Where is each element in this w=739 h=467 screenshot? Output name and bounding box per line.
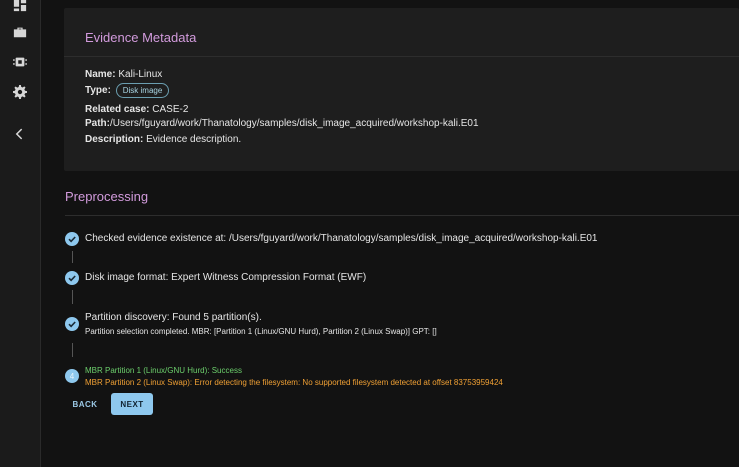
meta-path: Path:/Users/fguyard/work/Thanatology/sam… — [85, 118, 479, 129]
meta-type: Type: Disk image — [85, 83, 170, 98]
step-4-number: 4 — [65, 369, 79, 383]
chip-icon[interactable] — [12, 54, 28, 70]
step-4-error: MBR Partition 2 (Linux Swap): Error dete… — [85, 378, 503, 387]
type-label: Type: — [85, 85, 111, 97]
sidebar — [0, 0, 41, 467]
step-connector — [72, 251, 73, 263]
card-title: Evidence Metadata — [85, 30, 197, 45]
step-4-success: MBR Partition 1 (Linux/GNU Hurd): Succes… — [85, 366, 242, 375]
step-2-text: Disk image format: Expert Witness Compre… — [85, 272, 367, 283]
case-value: CASE-2 — [152, 104, 189, 115]
step-connector — [72, 343, 73, 357]
back-button[interactable]: BACK — [65, 393, 105, 415]
preprocessing-title: Preprocessing — [65, 189, 149, 204]
step-1-text: Checked evidence existence at: /Users/fg… — [85, 233, 598, 244]
path-value: /Users/fguyard/work/Thanatology/samples/… — [110, 118, 479, 129]
meta-name: Name: Kali-Linux — [85, 69, 162, 80]
name-label: Name: — [85, 69, 116, 80]
check-icon — [65, 271, 79, 285]
briefcase-icon[interactable] — [12, 24, 28, 40]
step-3-subtext: Partition selection completed. MBR: [Par… — [85, 327, 437, 336]
divider — [65, 215, 739, 216]
chevron-left-icon[interactable] — [12, 126, 28, 142]
step-3-text: Partition discovery: Found 5 partition(s… — [85, 312, 262, 323]
dashboard-icon[interactable] — [12, 0, 28, 13]
divider — [64, 56, 739, 57]
meta-case: Related case: CASE-2 — [85, 104, 188, 115]
description-value: Evidence description. — [146, 134, 242, 145]
path-label: Path: — [85, 118, 110, 129]
check-icon — [65, 317, 79, 331]
next-button[interactable]: NEXT — [111, 393, 153, 415]
step-connector — [72, 290, 73, 304]
description-label: Description: — [85, 134, 144, 145]
gear-icon[interactable] — [12, 84, 28, 100]
case-label: Related case: — [85, 104, 150, 115]
evidence-metadata-card: Evidence Metadata Name: Kali-Linux Type:… — [64, 8, 739, 171]
check-icon — [65, 232, 79, 246]
name-value: Kali-Linux — [118, 69, 163, 80]
type-chip: Disk image — [115, 83, 170, 98]
meta-description: Description: Evidence description. — [85, 134, 241, 145]
main-content: Evidence Metadata Name: Kali-Linux Type:… — [40, 0, 739, 467]
